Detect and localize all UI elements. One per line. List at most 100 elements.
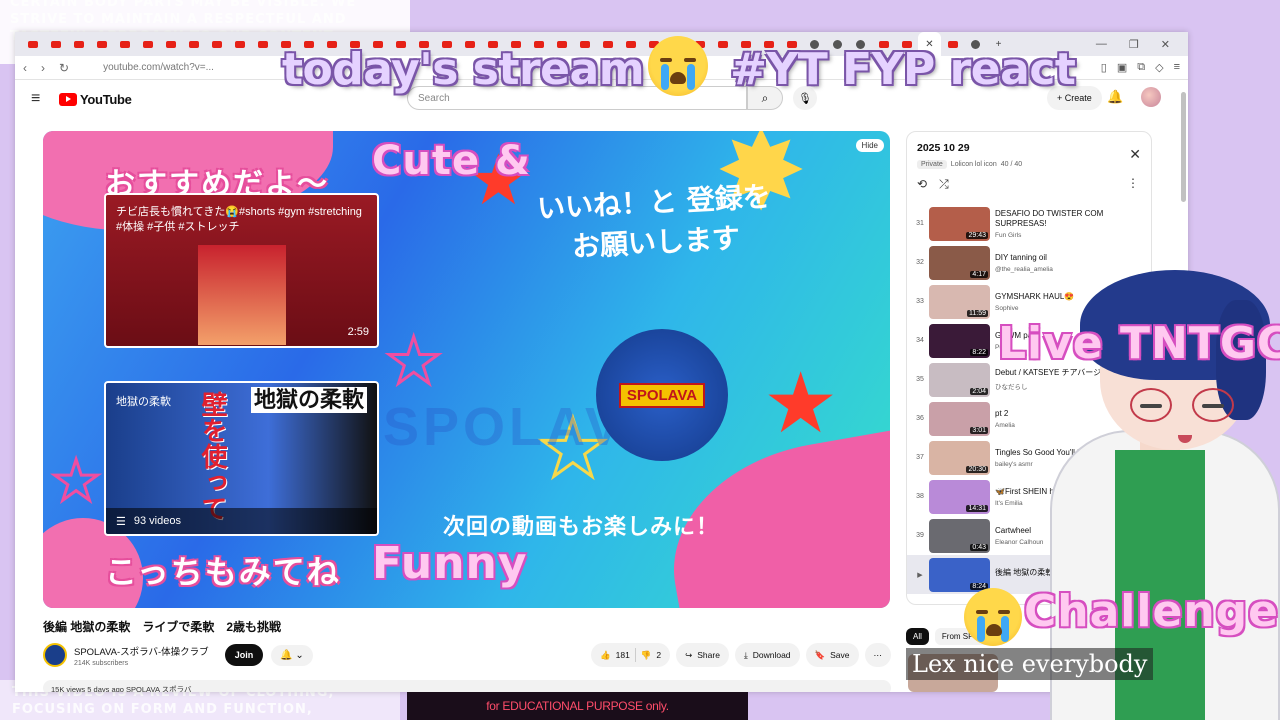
playlist-item-duration: 4:17 xyxy=(970,270,988,278)
channel-row: SPOLAVA-スポラバ-体操クラブ 214K subscribers Join… xyxy=(43,638,891,672)
collections-icon[interactable]: ▣ xyxy=(1117,61,1127,74)
playlist-item-thumbnail[interactable]: 11:59 xyxy=(929,284,990,319)
notifications-bell-icon[interactable]: 🔔 xyxy=(1107,89,1123,105)
channel-logo-endscreen[interactable]: SPOLAVA xyxy=(596,329,728,461)
closed-eye xyxy=(1140,404,1162,408)
scrollbar-thumb[interactable] xyxy=(1181,92,1186,202)
forward-icon[interactable]: › xyxy=(41,61,45,75)
hide-button[interactable]: Hide xyxy=(855,139,884,152)
dislike-count[interactable]: 2 xyxy=(656,650,661,660)
playlist-item-index: 34 xyxy=(916,337,924,344)
shuffle-icon[interactable]: ⤮ xyxy=(939,177,949,192)
playlist-item-duration: 0:43 xyxy=(970,543,988,551)
thumbs-up-icon[interactable]: 👍 xyxy=(600,650,611,661)
playlist-item-thumbnail[interactable]: 4:17 xyxy=(929,245,990,280)
browser-tab[interactable] xyxy=(182,32,205,56)
educational-disclaimer: for EDUCATIONAL PURPOSE only. xyxy=(407,692,748,720)
playlist-item-duration: 20:30 xyxy=(966,465,988,473)
url-field[interactable]: youtube.com/watch?v=... xyxy=(103,62,214,73)
playlist-item-thumbnail[interactable]: 2:04 xyxy=(929,362,990,397)
playlist-item-thumbnail[interactable]: 8:24 xyxy=(929,557,990,592)
browser-tab[interactable] xyxy=(113,32,136,56)
account-avatar[interactable] xyxy=(1141,87,1161,107)
more-actions-button[interactable]: ⋯ xyxy=(864,643,891,667)
playlist-position: 40 / 40 xyxy=(1000,161,1023,168)
thumbs-down-icon[interactable]: 👎 xyxy=(641,650,652,661)
like-count[interactable]: 181 xyxy=(616,650,630,660)
playlist-item-duration: 2:04 xyxy=(970,387,988,395)
subscribe-notification-button[interactable]: 🔔 ⌄ xyxy=(271,644,313,666)
browser-tab[interactable] xyxy=(44,32,67,56)
minimize-button[interactable]: — xyxy=(1096,38,1107,51)
stream-title-suffix: #YT FYP react xyxy=(730,44,1076,95)
subscribe-request-text: いいね！と 登録を お願いします xyxy=(536,179,772,264)
browser-tab[interactable] xyxy=(67,32,90,56)
browser-tab[interactable] xyxy=(159,32,182,56)
menu-icon[interactable]: ≡ xyxy=(1174,61,1180,74)
playlist-item-thumbnail[interactable]: 0:43 xyxy=(929,518,990,553)
live-overlay: Live TNTGC xyxy=(998,318,1280,369)
playlist-owner[interactable]: Lolicon lol icon xyxy=(951,161,997,168)
youtube-tab-icon xyxy=(119,40,130,48)
like-dislike-group: 👍 181 👎 2 xyxy=(591,643,671,667)
youtube-logo[interactable]: YouTube xyxy=(59,92,132,107)
browser-tab[interactable] xyxy=(205,32,228,56)
chip-all[interactable]: All xyxy=(906,628,929,645)
playlist-item-thumbnail[interactable]: 3:01 xyxy=(929,401,990,436)
browser-tab[interactable] xyxy=(90,32,113,56)
channel-name[interactable]: SPOLAVA-スポラバ-体操クラブ xyxy=(74,644,209,658)
loop-icon[interactable]: ⟲ xyxy=(917,177,927,192)
playlist-icon: ☰ xyxy=(116,515,126,528)
playlist-title[interactable]: 2025 10 29 xyxy=(917,142,1141,154)
reload-icon[interactable]: ↻ xyxy=(59,61,69,75)
tear xyxy=(977,616,985,642)
playlist-item-title[interactable]: DESAFIO DO TWISTER COM SURPRESAS! xyxy=(995,209,1135,229)
playlist-item-thumbnail[interactable]: 29:43 xyxy=(929,206,990,241)
channel-avatar[interactable] xyxy=(43,643,67,667)
chat-message-overlay: Lex nice everybody xyxy=(906,648,1154,680)
playlist-meta: Private Lolicon lol icon 40 / 40 xyxy=(917,160,1141,169)
stream-title-text: today's stream xyxy=(282,44,645,95)
video-player[interactable]: ★ ✸ ★ ★ ★ ★ Hide SPOLAVA おすすめだよ～ いいね！と 登… xyxy=(43,131,890,608)
close-playlist-icon[interactable]: ✕ xyxy=(1129,146,1141,163)
save-button[interactable]: 🔖 Save xyxy=(805,643,859,667)
endscreen-footer: こっちもみてね xyxy=(105,553,341,591)
playlist-item-thumbnail[interactable]: 8:22 xyxy=(929,323,990,358)
youtube-play-icon xyxy=(59,92,77,106)
playlist-item-thumbnail[interactable]: 14:31 xyxy=(929,479,990,514)
sidebar-icon[interactable]: ▯ xyxy=(1101,61,1107,74)
join-button[interactable]: Join xyxy=(224,644,264,666)
close-window-button[interactable]: ✕ xyxy=(1161,38,1170,51)
tear xyxy=(1001,616,1009,642)
shield-icon[interactable]: ◇ xyxy=(1155,61,1163,74)
playlist-item-thumbnail[interactable]: 20:30 xyxy=(929,440,990,475)
back-icon[interactable]: ‹ xyxy=(23,61,27,75)
extensions-icon[interactable]: ⧉ xyxy=(1137,61,1145,74)
endscreen-playlist-card[interactable]: 地獄の柔軟 壁を使って 地獄の柔軟 ☰ 93 videos xyxy=(104,381,379,536)
youtube-tab-icon xyxy=(165,40,176,48)
endscreen-video-card[interactable]: チビ店長も慣れてきた😭#shorts #gym #stretching #体操 … xyxy=(104,193,379,348)
browser-tab[interactable] xyxy=(251,32,274,56)
share-icon: ↪ xyxy=(685,649,693,660)
youtube-tab-icon xyxy=(257,40,268,48)
playlist-item[interactable]: 31 29:43 DESAFIO DO TWISTER COM SURPRESAS!… xyxy=(907,204,1151,243)
description-box[interactable]: 15K views 5 days ago SPOLAVA スポラバ xyxy=(43,680,891,692)
download-button[interactable]: ⤓ Download xyxy=(734,643,800,667)
playlist-header: 2025 10 29 Private Lolicon lol icon 40 /… xyxy=(907,132,1151,202)
playlist-item-duration: 14:31 xyxy=(966,504,988,512)
playlist-item-duration: 3:01 xyxy=(970,426,988,434)
browser-tab[interactable] xyxy=(136,32,159,56)
playlist-more-icon[interactable]: ⋮ xyxy=(1127,176,1139,190)
playlist-item-index: 38 xyxy=(916,493,924,500)
youtube-logo-text: YouTube xyxy=(80,91,132,107)
playlist-item-index: 31 xyxy=(916,220,924,227)
playlist-card-big-text: 壁を使って xyxy=(198,391,228,521)
browser-tab[interactable] xyxy=(21,32,44,56)
playlist-item-index: ▶ xyxy=(917,571,923,579)
more-icon: ⋯ xyxy=(873,649,883,660)
maximize-button[interactable]: ❐ xyxy=(1129,38,1139,51)
hamburger-menu-icon[interactable]: ≡ xyxy=(31,90,57,108)
channel-info: SPOLAVA-スポラバ-体操クラブ 214K subscribers xyxy=(74,644,209,667)
share-button[interactable]: ↪ Share xyxy=(676,643,729,667)
browser-tab[interactable] xyxy=(228,32,251,56)
